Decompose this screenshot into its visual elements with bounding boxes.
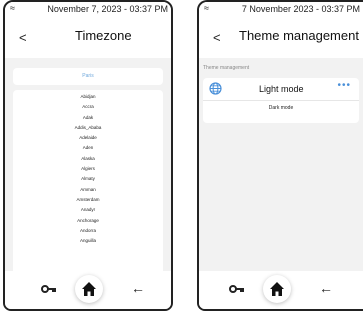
chevron-left-icon[interactable]: < [213, 30, 221, 45]
header: < Theme management [199, 16, 363, 58]
list-item[interactable]: Almaty [13, 174, 163, 184]
home-icon [270, 282, 284, 296]
chevron-left-icon[interactable]: < [19, 30, 27, 45]
status-bar: ≈ 7 November 2023 - 03:37 PM [199, 2, 363, 16]
arrow-left-icon[interactable]: ← [319, 280, 333, 296]
timezone-screen: ≈ November 7, 2023 - 03:37 PM < Timezone… [3, 0, 173, 311]
wifi-icon: ≈ [204, 3, 209, 13]
status-bar: ≈ November 7, 2023 - 03:37 PM [5, 2, 171, 16]
list-item[interactable]: Anchorage [13, 216, 163, 226]
list-item[interactable]: Algiers [13, 164, 163, 174]
selected-timezone[interactable]: Paris [13, 68, 163, 85]
timezone-list[interactable]: Abidjan Accra Adak Addis_Ababa Adelaide … [13, 90, 163, 276]
list-item[interactable]: Alaska [13, 154, 163, 164]
key-icon[interactable] [229, 281, 245, 299]
bottom-nav: ← [199, 271, 363, 309]
page-title: Theme management [239, 28, 359, 43]
home-icon [82, 282, 96, 296]
light-mode-label: Light mode [259, 84, 304, 94]
status-time: 7 November 2023 - 03:37 PM [241, 4, 360, 14]
list-item[interactable]: Amsterdam [13, 195, 163, 205]
header: < Timezone [5, 16, 171, 58]
theme-screen: ≈ 7 November 2023 - 03:37 PM < Theme man… [197, 0, 363, 311]
list-item[interactable]: Anadyr [13, 205, 163, 215]
list-item[interactable]: Accra [13, 102, 163, 112]
status-time: November 7, 2023 - 03:37 PM [47, 4, 168, 14]
list-item[interactable]: Amman [13, 185, 163, 195]
page-title: Timezone [75, 28, 132, 43]
theme-option-light[interactable]: Light mode ••• [203, 78, 359, 101]
wifi-icon: ≈ [10, 3, 15, 13]
arrow-left-icon[interactable]: ← [131, 280, 145, 296]
home-button[interactable] [263, 275, 291, 303]
theme-option-dark[interactable]: Dark mode [203, 105, 359, 111]
globe-icon [209, 82, 222, 100]
home-button[interactable] [75, 275, 103, 303]
list-item[interactable]: Adak [13, 113, 163, 123]
section-label: Theme management [203, 65, 250, 71]
list-item[interactable]: Andorra [13, 226, 163, 236]
list-item[interactable]: Adelaide [13, 133, 163, 143]
list-item[interactable]: Aden [13, 143, 163, 153]
key-icon[interactable] [41, 281, 57, 299]
more-horizontal-icon[interactable]: ••• [337, 80, 351, 91]
list-item[interactable]: Addis_Ababa [13, 123, 163, 133]
list-item[interactable]: Anguilla [13, 236, 163, 246]
bottom-nav: ← [5, 271, 171, 309]
theme-options-card: Light mode ••• Dark mode [203, 78, 359, 123]
list-item[interactable]: Abidjan [13, 92, 163, 102]
